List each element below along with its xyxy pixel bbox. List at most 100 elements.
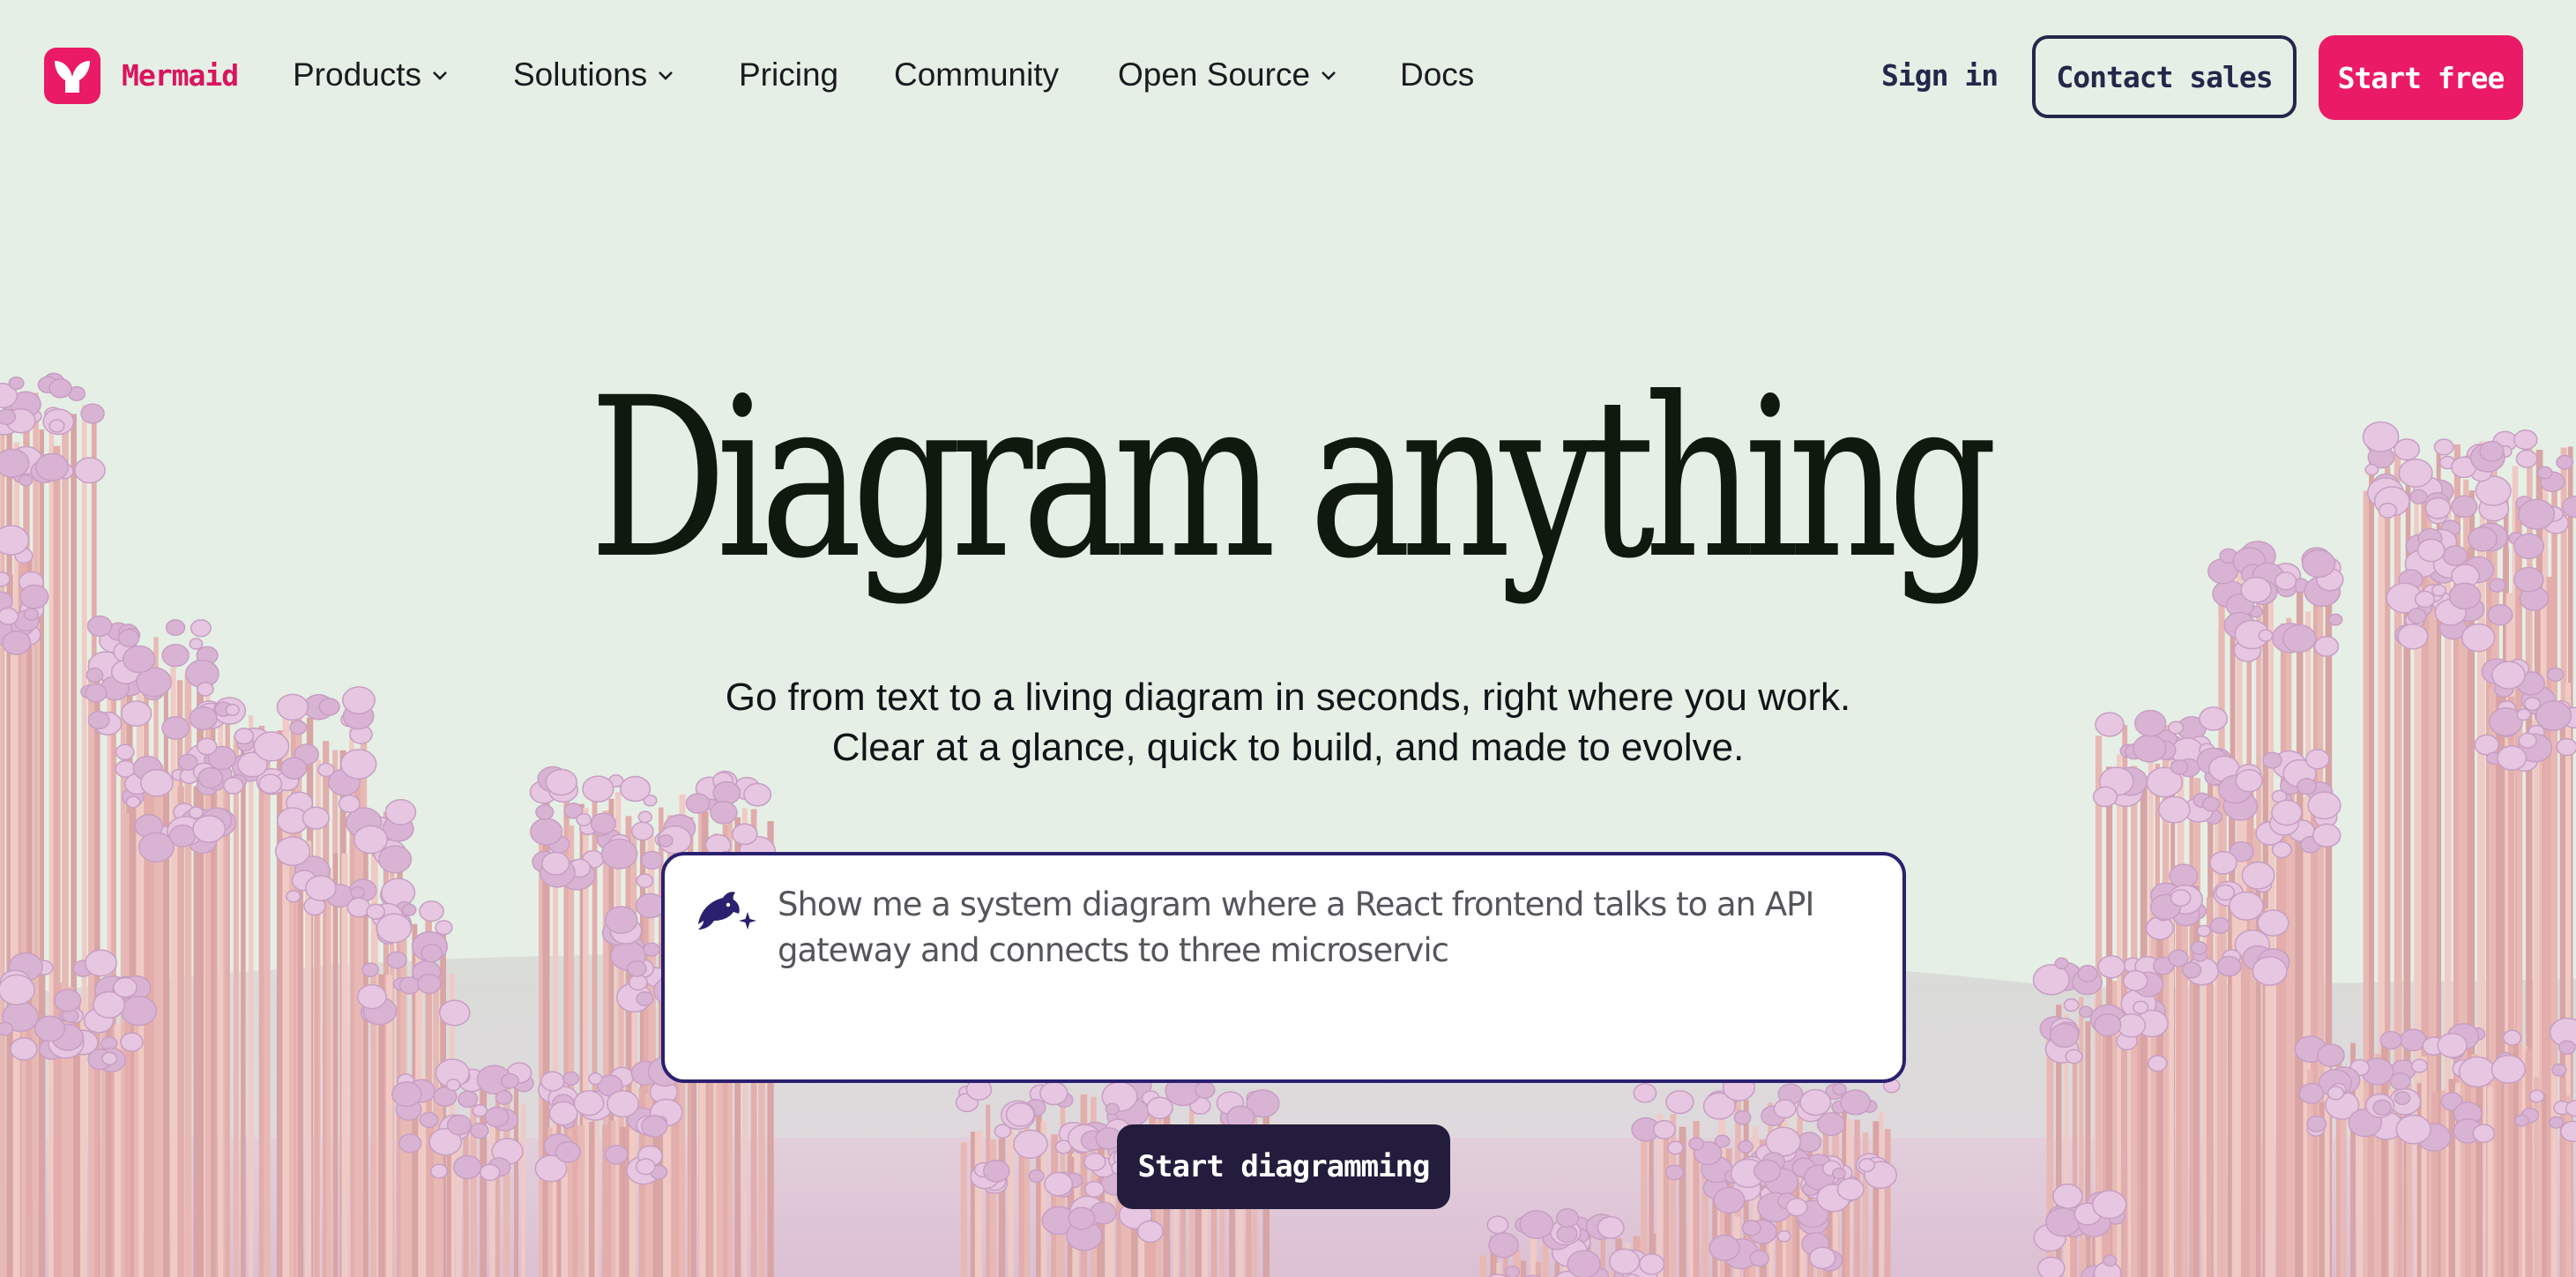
coral-bubble (495, 1090, 513, 1105)
coral-bubble (2487, 603, 2513, 626)
coral-bubble (1597, 1215, 1625, 1239)
coral-bubble (2133, 1000, 2149, 1015)
coral-bubble (1840, 1089, 1872, 1116)
coral-bubble (188, 806, 204, 819)
nav-docs[interactable]: Docs (1400, 56, 1474, 93)
diagram-prompt-input[interactable]: Show me a system diagram where a React f… (661, 852, 1906, 1083)
coral-bubble (113, 976, 138, 998)
coral-bubble (2215, 884, 2236, 901)
coral-bubble (2394, 1091, 2411, 1106)
coral-bubble (2372, 1099, 2393, 1116)
coral-bubble (429, 1163, 448, 1179)
nav-products[interactable]: Products (293, 56, 450, 93)
coral-bubble (446, 1114, 473, 1136)
coral-bubble (1831, 1167, 1846, 1180)
coral-bubble (378, 845, 413, 874)
coral-bubble (1688, 1137, 1705, 1151)
coral-bubble (1738, 1139, 1753, 1154)
coral-bubble (258, 773, 283, 795)
coral-bubble (1741, 1220, 1761, 1236)
coral-bubble (74, 457, 106, 484)
coral-bubble (2063, 997, 2080, 1012)
coral-bubble (8, 376, 25, 391)
coral-bubble (2431, 584, 2446, 597)
coral-bubble (2488, 578, 2506, 594)
coral-bubble (2, 630, 32, 655)
coral-bubble (545, 768, 577, 796)
coral-bubble (2389, 1072, 2411, 1091)
top-navigation: Mermaid Products Solutions Pricing Commu… (0, 0, 2576, 155)
brand-name[interactable]: Mermaid (122, 58, 239, 93)
coral-bubble (380, 877, 416, 907)
coral-bubble (123, 645, 156, 674)
coral-bubble (604, 1144, 629, 1165)
coral-bubble (1639, 1253, 1665, 1275)
nav-open-source[interactable]: Open Source (1118, 56, 1338, 93)
coral-bubble (2514, 1114, 2529, 1127)
coral-bubble (438, 999, 471, 1027)
coral-bubble (2479, 440, 2505, 462)
chevron-down-icon (433, 71, 447, 80)
nav-solutions[interactable]: Solutions (513, 56, 675, 93)
coral-bubble (562, 1071, 580, 1087)
coral-bubble (500, 1072, 520, 1089)
coral-bubble (190, 619, 212, 638)
coral-bubble (2549, 1116, 2564, 1129)
coral-bubble (2092, 1190, 2127, 1220)
coral-bubble (1136, 1220, 1164, 1243)
coral-bubble (2097, 955, 2126, 979)
coral-bubble (0, 525, 30, 556)
coral-bubble (401, 903, 417, 916)
contact-sales-button[interactable]: Contact sales (2032, 35, 2297, 118)
coral-bubble (1005, 1102, 1035, 1127)
coral-bubble (582, 775, 614, 803)
coral-bubble (1519, 1210, 1554, 1239)
coral-bubble (0, 1021, 14, 1036)
coral-bubble (2077, 965, 2098, 982)
coral-bubble (732, 823, 758, 846)
coral-bubble (2362, 421, 2400, 452)
coral-bubble (2502, 1029, 2522, 1046)
dolphin-sparkle-icon (698, 892, 756, 930)
coral-bubble (573, 1090, 605, 1116)
coral-bubble (530, 818, 563, 846)
coral-bubble (366, 903, 386, 920)
coral-bubble (2442, 545, 2468, 567)
hero-subtitle: Go from text to a living diagram in seco… (0, 672, 2576, 773)
coral-bubble (2092, 786, 2118, 808)
coral-bubble (627, 960, 647, 977)
coral-bubble (445, 1079, 461, 1092)
start-diagramming-button[interactable]: Start diagramming (1117, 1124, 1450, 1209)
coral-bubble (1776, 1229, 1791, 1243)
coral-bubble (48, 419, 65, 433)
coral-bubble (376, 913, 413, 944)
coral-bubble (2157, 795, 2191, 824)
coral-bubble (419, 900, 444, 922)
coral-bubble (1858, 1158, 1875, 1173)
coral-bubble (302, 806, 330, 830)
coral-bubble (1832, 1083, 1848, 1096)
prompt-text[interactable]: Show me a system diagram where a React f… (778, 882, 1818, 974)
coral-bubble (643, 942, 660, 957)
sign-in-link[interactable]: Sign in (1881, 58, 1999, 93)
coral-bubble (470, 1123, 489, 1139)
coral-bubble (1713, 1186, 1746, 1214)
coral-bubble (361, 962, 380, 978)
start-free-button[interactable]: Start free (2319, 35, 2523, 120)
coral-bubble (1028, 1169, 1045, 1184)
coral-bubble (2400, 1028, 2427, 1052)
coral-bubble (2450, 495, 2478, 519)
coral-bubble (630, 821, 654, 841)
coral-bubble (1555, 1207, 1580, 1228)
coral-bubble (2416, 538, 2446, 563)
coral-bubble (2551, 1063, 2567, 1077)
nav-community[interactable]: Community (894, 56, 1059, 93)
coral-bubble (2556, 454, 2574, 470)
coral-bubble (2410, 1058, 2429, 1073)
coral-bubble (2327, 613, 2343, 626)
coral-bubble (1044, 1171, 1074, 1197)
coral-bubble (2313, 635, 2340, 657)
coral-bubble (2181, 961, 2202, 979)
nav-pricing[interactable]: Pricing (739, 56, 838, 93)
mermaid-logo-icon[interactable] (44, 48, 101, 104)
